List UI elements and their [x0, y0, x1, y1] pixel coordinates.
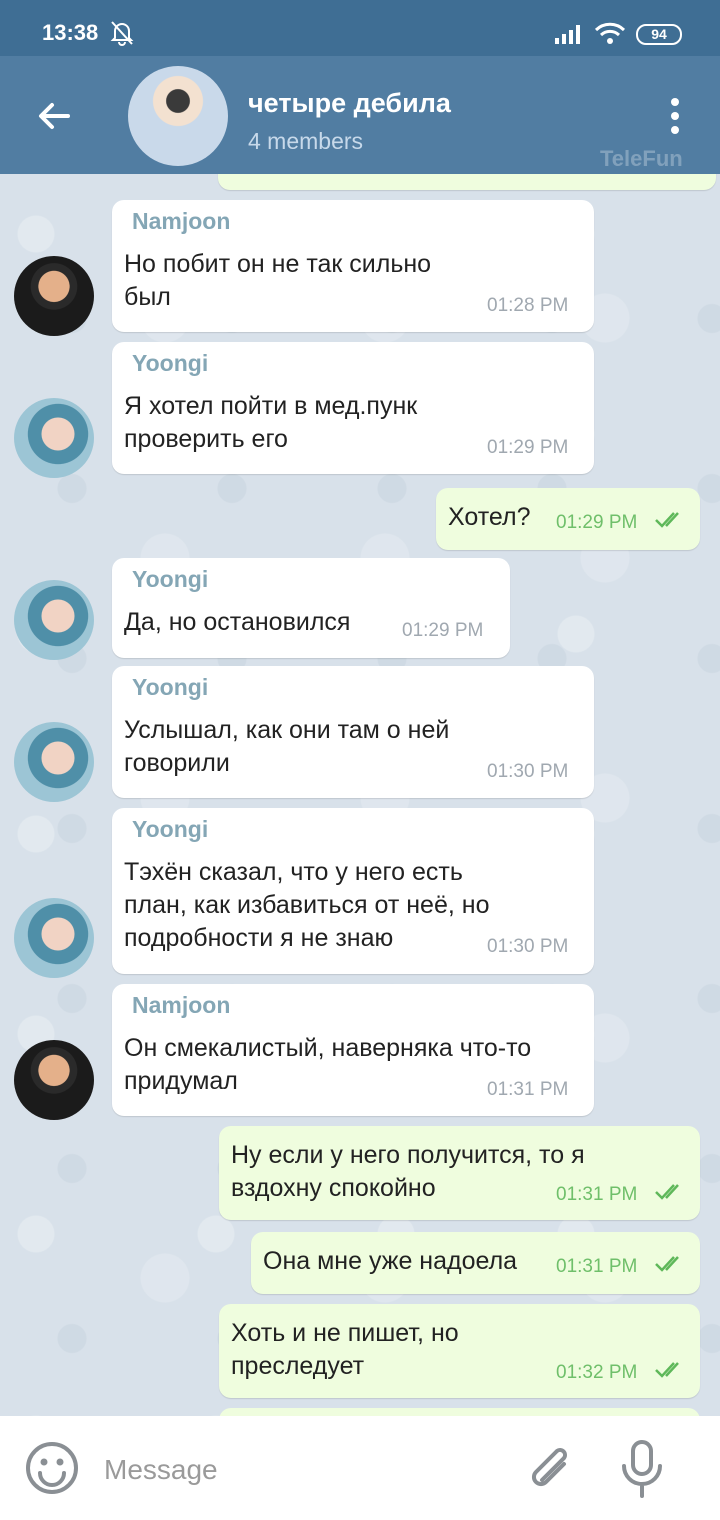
message-time: 01:31 PM	[556, 1184, 638, 1205]
avatar-namjoon[interactable]	[14, 1040, 94, 1120]
message-bubble[interactable]: Yoongi Я хотел пойти в мед.пунк проверит…	[112, 342, 594, 474]
group-avatar[interactable]	[128, 66, 228, 166]
sender-name[interactable]: Yoongi	[132, 816, 208, 843]
message-bubble-outgoing[interactable]: Ну если у него получится, то я вздохну с…	[219, 1126, 700, 1220]
message-time: 01:31 PM	[487, 1079, 569, 1100]
message-time: 01:30 PM	[487, 761, 569, 782]
message-list[interactable]: Namjoon Но побит он не так сильно был 01…	[0, 174, 720, 1416]
avatar-namjoon[interactable]	[14, 256, 94, 336]
status-time: 13:38	[42, 20, 99, 45]
message-bubble[interactable]: Namjoon Он смекалистый, наверняка что-то…	[112, 984, 594, 1116]
message-time: 01:30 PM	[487, 936, 569, 957]
status-bar: 13:38 94	[0, 0, 720, 56]
avatar-yoongi[interactable]	[14, 722, 94, 802]
message-text: Хотел?	[448, 503, 531, 531]
mic-icon[interactable]	[614, 1438, 670, 1502]
sender-name[interactable]: Yoongi	[132, 566, 208, 593]
double-check-icon	[655, 1184, 679, 1200]
message-bubble-outgoing[interactable]: Хотел? 01:29 PM	[436, 488, 700, 550]
message-bubble-partial	[219, 1408, 700, 1416]
message-bubble[interactable]: Yoongi Да, но остановился 01:29 PM	[112, 558, 510, 658]
message-input[interactable]	[104, 1452, 484, 1488]
message-text: Я хотел пойти в мед.пунк проверить его	[124, 392, 418, 453]
double-check-icon	[655, 1362, 679, 1378]
message-text: Хоть и не пишет, но преследует	[231, 1319, 459, 1380]
message-time: 01:29 PM	[487, 437, 569, 458]
avatar-yoongi[interactable]	[14, 580, 94, 660]
attach-icon[interactable]	[524, 1442, 580, 1498]
message-bubble[interactable]: Yoongi Тэхён сказал, что у него есть пла…	[112, 808, 594, 974]
message-time: 01:32 PM	[556, 1362, 638, 1383]
chat-title[interactable]: четыре дебила	[248, 88, 451, 119]
message-bubble-outgoing[interactable]: Она мне уже надоела 01:31 PM	[251, 1232, 700, 1294]
double-check-icon	[655, 512, 679, 528]
bell-off-icon	[110, 21, 134, 46]
more-vertical-icon[interactable]	[665, 96, 685, 136]
message-text: Тэхён сказал, что у него есть план, как …	[124, 858, 490, 952]
wifi-icon	[594, 22, 626, 44]
avatar-yoongi[interactable]	[14, 898, 94, 978]
message-bubble-partial	[218, 174, 716, 190]
message-text: Он смекалистый, наверняка что-то придума…	[124, 1034, 532, 1095]
battery-icon: 94	[636, 24, 682, 45]
sender-name[interactable]: Yoongi	[132, 674, 208, 701]
message-bubble[interactable]: Yoongi Услышал, как они там о ней говори…	[112, 666, 594, 798]
avatar-yoongi[interactable]	[14, 398, 94, 478]
message-time: 01:31 PM	[556, 1256, 638, 1277]
message-text: Да, но остановился	[124, 608, 351, 636]
sender-name[interactable]: Yoongi	[132, 350, 208, 377]
message-text: Ну если у него получится, то я вздохну с…	[231, 1141, 585, 1202]
message-time: 01:29 PM	[402, 620, 484, 641]
message-composer	[0, 1416, 720, 1520]
message-text: Она мне уже надоела	[263, 1247, 518, 1275]
sender-name[interactable]: Namjoon	[132, 208, 230, 235]
message-bubble[interactable]: Namjoon Но побит он не так сильно был 01…	[112, 200, 594, 332]
message-text: Услышал, как они там о ней говорили	[124, 716, 450, 777]
watermark: TeleFun	[600, 146, 683, 171]
sender-name[interactable]: Namjoon	[132, 992, 230, 1019]
message-time: 01:29 PM	[556, 512, 638, 533]
double-check-icon	[655, 1256, 679, 1272]
chat-header: четыре дебила 4 members TeleFun	[0, 56, 720, 174]
emoji-icon[interactable]	[24, 1440, 80, 1496]
message-text: Но побит он не так сильно был	[124, 250, 432, 311]
member-count: 4 members	[248, 128, 364, 154]
signal-icon	[555, 25, 580, 44]
back-arrow-icon[interactable]	[34, 96, 74, 136]
message-bubble-outgoing[interactable]: Хоть и не пишет, но преследует 01:32 PM	[219, 1304, 700, 1398]
message-time: 01:28 PM	[487, 295, 569, 316]
